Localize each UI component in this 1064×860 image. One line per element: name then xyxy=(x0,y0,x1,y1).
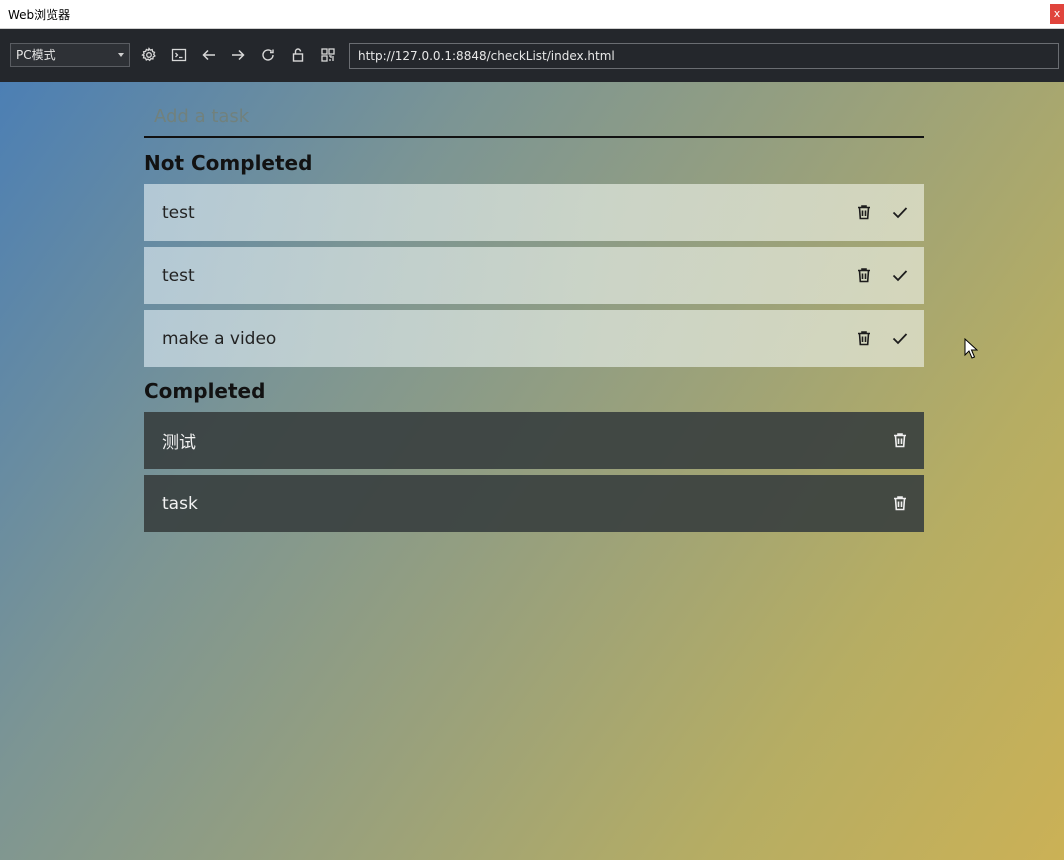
check-icon[interactable] xyxy=(890,265,910,285)
lock-icon[interactable] xyxy=(289,46,307,64)
console-icon[interactable] xyxy=(170,46,188,64)
todo-item: test xyxy=(144,247,924,304)
todo-item: test xyxy=(144,184,924,241)
mouse-cursor-icon xyxy=(964,338,978,359)
completed-item: task xyxy=(144,475,924,532)
trash-icon[interactable] xyxy=(854,265,874,285)
url-text: http://127.0.0.1:8848/checkList/index.ht… xyxy=(358,49,615,63)
completed-item: 测试 xyxy=(144,412,924,469)
completed-item-text: 测试 xyxy=(162,433,196,453)
close-button[interactable]: x xyxy=(1050,4,1064,24)
check-icon[interactable] xyxy=(890,202,910,222)
completed-item-text: task xyxy=(162,493,198,514)
not-completed-heading: Not Completed xyxy=(144,151,313,175)
reload-icon[interactable] xyxy=(259,46,277,64)
add-task-input[interactable] xyxy=(144,96,924,138)
mode-select[interactable]: PC模式 xyxy=(10,43,130,67)
browser-toolbar: PC模式 http://127.0.0.1:8848/checkList/ind… xyxy=(0,29,1064,82)
todo-item-text: test xyxy=(162,265,195,286)
todo-item: make a video xyxy=(144,310,924,367)
window-title: Web浏览器 xyxy=(8,8,71,22)
mode-select-value: PC模式 xyxy=(16,48,56,62)
completed-heading: Completed xyxy=(144,379,266,403)
back-icon[interactable] xyxy=(200,46,218,64)
trash-icon[interactable] xyxy=(854,202,874,222)
forward-icon[interactable] xyxy=(229,46,247,64)
settings-icon[interactable] xyxy=(140,46,158,64)
address-bar[interactable]: http://127.0.0.1:8848/checkList/index.ht… xyxy=(349,43,1059,69)
todo-item-text: test xyxy=(162,202,195,223)
trash-icon[interactable] xyxy=(890,493,910,513)
trash-icon[interactable] xyxy=(854,328,874,348)
check-icon[interactable] xyxy=(890,328,910,348)
window-titlebar: Web浏览器 x xyxy=(0,0,1064,29)
page-viewport: Not Completed test test make a video xyxy=(0,82,1064,860)
todo-item-text: make a video xyxy=(162,328,277,349)
trash-icon[interactable] xyxy=(890,430,910,450)
chevron-down-icon xyxy=(118,53,124,57)
qr-code-icon[interactable] xyxy=(319,46,337,64)
